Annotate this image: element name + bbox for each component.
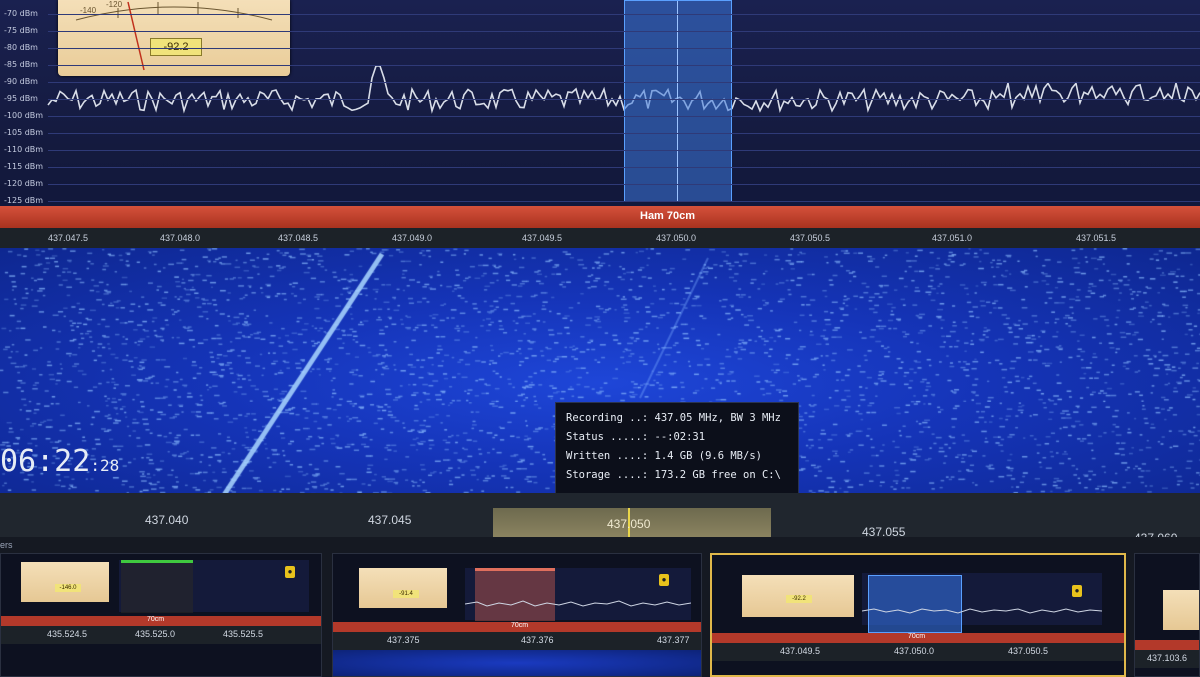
band-label: Ham 70cm xyxy=(640,210,696,222)
dbm-label: -105 dBm xyxy=(4,128,44,137)
grid-line xyxy=(48,48,1200,49)
mini-waterfall xyxy=(333,650,701,676)
mini-freq-tick: 437.050.0 xyxy=(894,646,935,656)
mini-freq-tick: 437.103.6 xyxy=(1147,653,1188,663)
grid-line xyxy=(48,167,1200,168)
mini-band-label: 70cm xyxy=(908,633,926,640)
mini-spectrum-trace xyxy=(862,608,1102,614)
mini-frequency-axis: 437.375 437.376 437.377 xyxy=(333,632,701,650)
dbm-label: -85 dBm xyxy=(4,60,38,69)
mini-spectrum-trace xyxy=(465,600,691,607)
dbm-label: -95 dBm xyxy=(4,94,38,103)
mini-meter: -146.0 xyxy=(21,562,109,602)
clock-hours-minutes: 06:22 xyxy=(0,444,91,479)
mini-freq-tick: 437.376 xyxy=(521,635,554,645)
spectrum-freq-tick: 437.050.0 xyxy=(656,233,697,243)
spectrum-freq-tick: 437.049.0 xyxy=(392,233,433,243)
lock-icon[interactable]: ● xyxy=(285,566,295,578)
dbm-label: -110 dBm xyxy=(4,145,44,154)
grid-line xyxy=(48,31,1200,32)
grid-line xyxy=(48,201,1200,202)
spectrum-freq-tick: 437.051.0 xyxy=(932,233,973,243)
status-recording: Recording ..: 437.05 MHz, BW 3 MHz xyxy=(566,412,781,424)
mini-freq-tick: 437.375 xyxy=(387,635,420,645)
freq-tick: 437.045 xyxy=(368,513,412,527)
status-written: Written ....: 1.4 GB (9.6 MB/s) xyxy=(566,450,762,462)
mini-band-selection[interactable] xyxy=(121,560,193,613)
grid-line xyxy=(48,14,1200,15)
mini-band-bar: 70cm xyxy=(1,616,321,626)
spectrum-freq-tick: 437.050.5 xyxy=(790,233,831,243)
status-status: Status .....: --:02:31 xyxy=(566,431,706,443)
spectrum-freq-tick: 437.048.0 xyxy=(160,233,201,243)
dbm-label: -120 dBm xyxy=(4,179,44,188)
meter-readout: -92.2 xyxy=(150,38,202,56)
mini-band-bar: 70cm xyxy=(712,633,1124,643)
grid-line xyxy=(48,116,1200,117)
mini-meter: -92.2 xyxy=(742,575,854,617)
mini-band-bar: 70cm xyxy=(333,622,701,632)
mini-meter xyxy=(1163,590,1199,630)
mini-freq-tick: 437.050.5 xyxy=(1008,646,1049,656)
mini-freq-tick: 435.524.5 xyxy=(47,629,88,639)
mini-band-bar xyxy=(1135,640,1199,650)
receiver-panel-2[interactable]: -91.4 ● 70cm 437.375 437.376 437.377 xyxy=(332,553,702,677)
spectrum-freq-tick: 437.049.5 xyxy=(522,233,563,243)
receivers-label: ers xyxy=(0,540,13,550)
meter-scale-label: -120 xyxy=(106,0,123,9)
mini-band-label: 70cm xyxy=(147,616,165,623)
mini-meter: -91.4 xyxy=(359,568,447,608)
receiver-panel-1[interactable]: -146.0 ● 70cm 435.524.5 435.525.0 435.52… xyxy=(0,553,322,677)
mini-frequency-axis: 437.103.6 xyxy=(1135,650,1199,668)
freq-tick: 437.050 xyxy=(607,517,651,531)
mini-band-label: 70cm xyxy=(511,622,529,629)
dbm-label: -115 dBm xyxy=(4,162,44,171)
spectrum-freq-tick: 437.048.5 xyxy=(278,233,319,243)
status-storage: Storage ....: 173.2 GB free on C:\ xyxy=(566,469,781,481)
recording-status-panel: Recording ..: 437.05 MHz, BW 3 MHz Statu… xyxy=(555,402,799,498)
receiver-panel-4[interactable]: 437.103.6 xyxy=(1134,553,1200,677)
spectrum-frequency-axis[interactable]: 437.047.5 437.048.0 437.048.5 437.049.0 437.… xyxy=(0,228,1200,248)
mini-meter-readout: -146.0 xyxy=(55,584,81,592)
lock-icon[interactable]: ● xyxy=(1072,585,1082,597)
dbm-label: -75 dBm xyxy=(4,26,38,35)
mini-freq-tick: 437.049.5 xyxy=(780,646,821,656)
dbm-label: -90 dBm xyxy=(4,77,38,86)
mini-meter-readout: -91.4 xyxy=(393,590,419,598)
dbm-label: -80 dBm xyxy=(4,43,38,52)
clock-time: 06:22:28 xyxy=(0,444,119,479)
mini-frequency-axis: 437.049.5 437.050.0 437.050.5 xyxy=(712,643,1124,661)
grid-line xyxy=(48,99,1200,100)
grid-line xyxy=(48,82,1200,83)
spectrum-freq-tick: 437.047.5 xyxy=(48,233,89,243)
dbm-label: -70 dBm xyxy=(4,9,38,18)
freq-tick: 437.040 xyxy=(145,513,189,527)
band-plan-bar[interactable]: Ham 70cm xyxy=(0,206,1200,228)
dbm-label: -100 dBm xyxy=(4,111,44,120)
grid-line xyxy=(48,133,1200,134)
dbm-label: -125 dBm xyxy=(4,196,44,205)
clock-seconds: :28 xyxy=(90,456,120,475)
mini-frequency-axis: 435.524.5 435.525.0 435.525.5 xyxy=(1,626,321,644)
grid-line xyxy=(48,65,1200,66)
mini-freq-tick: 435.525.5 xyxy=(223,629,264,639)
receiver-panel-3-active[interactable]: -92.2 ● 70cm 437.049.5 437.050.0 437.050… xyxy=(710,553,1126,677)
spectrum-freq-tick: 437.051.5 xyxy=(1076,233,1117,243)
mini-freq-tick: 435.525.0 xyxy=(135,629,176,639)
frequency-axis-labels: 437.040 437.045 437.050 437.055 437.060 xyxy=(0,493,1200,545)
grid-line xyxy=(48,150,1200,151)
mini-meter-readout: -92.2 xyxy=(786,595,812,603)
lock-icon[interactable]: ● xyxy=(659,574,669,586)
grid-line xyxy=(48,184,1200,185)
mini-freq-tick: 437.377 xyxy=(657,635,690,645)
